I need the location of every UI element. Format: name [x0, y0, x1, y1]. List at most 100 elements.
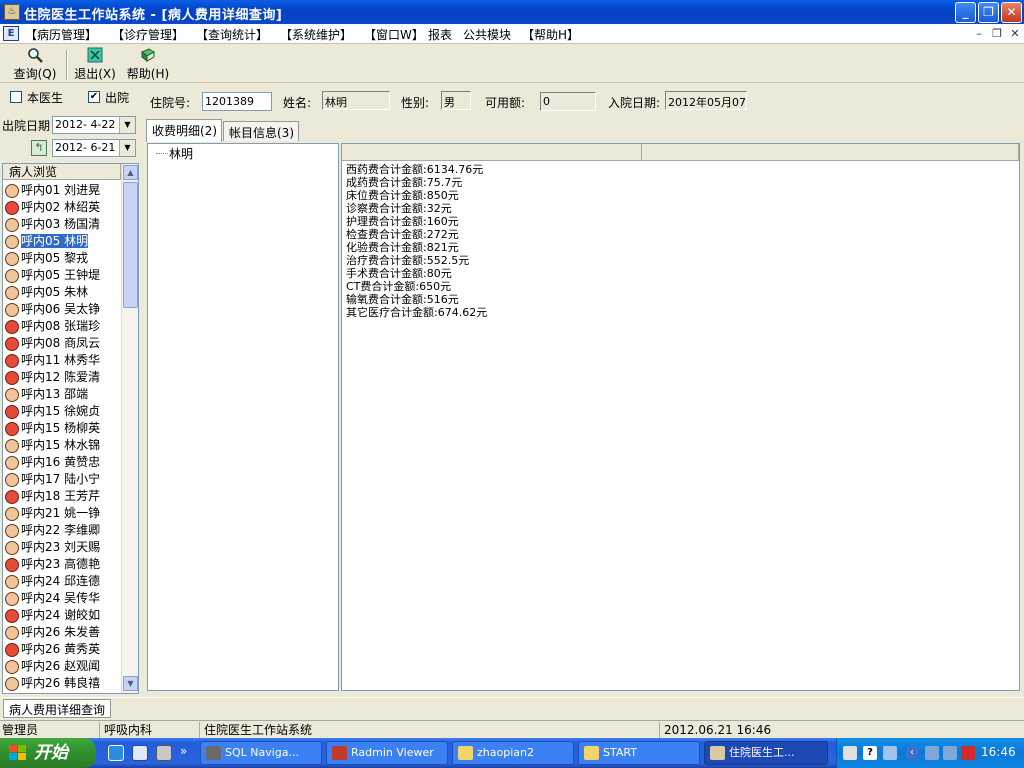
patient-label: 呼内24 谢皎如 — [21, 608, 101, 622]
task-radmin-viewer[interactable]: Radmin Viewer — [326, 741, 448, 765]
patient-label: 呼内11 林秀华 — [21, 353, 101, 367]
date-from-picker[interactable]: 2012- 4-22 ▼ — [52, 116, 136, 134]
scroll-down-icon[interactable]: ▼ — [123, 676, 138, 691]
patient-list-item[interactable]: 呼内26 赵观闻 — [5, 658, 120, 675]
patient-list-item[interactable]: 呼内23 刘天赐 — [5, 539, 120, 556]
mdi-tab-fee-query[interactable]: 病人费用详细查询 — [3, 699, 112, 718]
patient-list-item[interactable]: 呼内24 邱连德 — [5, 573, 120, 590]
patient-label: 呼内08 商凤云 — [21, 336, 101, 350]
mdi-restore-button[interactable]: ❐ — [990, 27, 1004, 41]
mdi-close-button[interactable]: ✕ — [1008, 27, 1022, 41]
help-tray-icon[interactable]: ? — [863, 746, 877, 760]
menu-medical-records[interactable]: 【病历管理】 — [25, 26, 97, 43]
menu-reports[interactable]: 报表 — [428, 26, 452, 43]
query-button[interactable]: 查询(Q) — [12, 47, 58, 82]
patient-list-item[interactable]: 呼内26 黄秀英 — [5, 641, 120, 658]
patient-label: 呼内05 朱林 — [21, 285, 89, 299]
shield-icon[interactable] — [961, 746, 975, 760]
task-start-folder[interactable]: START — [578, 741, 700, 765]
exit-button[interactable]: 退出(X) — [72, 47, 118, 82]
patient-list-item[interactable]: 呼内17 陆小宁 — [5, 471, 120, 488]
patient-list-item[interactable]: 呼内01 刘进晃 — [5, 182, 120, 199]
help-button[interactable]: 帮助(H) — [125, 47, 171, 82]
system-tray: ? ‹ 16:46 — [836, 738, 1024, 768]
patient-tree: 林明 — [147, 143, 339, 691]
patient-list-item[interactable]: 呼内05 林明 — [5, 233, 120, 250]
network-icon[interactable] — [943, 746, 957, 760]
patient-list-item[interactable]: 呼内08 张瑞珍 — [5, 318, 120, 335]
patient-list-item[interactable]: 呼内26 韩良禧 — [5, 675, 120, 692]
quicklaunch-app-icon[interactable] — [132, 745, 148, 761]
restore-button[interactable]: ❐ — [978, 2, 999, 23]
task-hospital-workstation[interactable]: 住院医生工... — [704, 741, 828, 765]
start-label: 开始 — [34, 743, 68, 763]
patient-list-item[interactable]: 呼内15 林水锦 — [5, 437, 120, 454]
patient-list-header[interactable]: 病人浏览 — [3, 164, 121, 180]
refresh-icon[interactable]: ↰ — [31, 140, 47, 156]
chevron-down-icon[interactable]: ▼ — [119, 117, 135, 133]
patient-list: 病人浏览 呼内01 刘进晃 呼内02 林绍英 呼内03 杨国清 呼内05 林明 呼内05… — [2, 163, 139, 694]
start-button[interactable]: 开始 — [0, 738, 96, 768]
keyboard-icon[interactable] — [843, 746, 857, 760]
patient-list-item[interactable]: 呼内08 商凤云 — [5, 335, 120, 352]
tab-account-info[interactable]: 帐目信息(3) — [223, 121, 299, 141]
mdi-minimize-button[interactable]: – — [972, 27, 986, 41]
network-icon[interactable] — [925, 746, 939, 760]
patient-list-item[interactable]: 呼内18 王芳芹 — [5, 488, 120, 505]
patient-list-item[interactable]: 呼内24 吴传华 — [5, 590, 120, 607]
clock[interactable]: 16:46 — [981, 745, 1016, 759]
patient-list-item[interactable]: 呼内05 朱林 — [5, 284, 120, 301]
chevron-left-icon[interactable]: ‹ — [905, 746, 919, 760]
column-header[interactable] — [642, 144, 1019, 161]
discharged-checkbox[interactable]: ✔ — [88, 91, 100, 103]
patient-list-item[interactable]: 呼内06 吴太铮 — [5, 301, 120, 318]
fee-detail-panel: 西药费合计金额:6134.76元 成药费合计金额:75.7元 床位费合计金额:850… — [341, 143, 1020, 691]
patient-list-item[interactable]: 呼内16 黄赞忠 — [5, 454, 120, 471]
patient-list-item[interactable]: 呼内03 杨国清 — [5, 216, 120, 233]
app-icon[interactable]: ♨ — [4, 4, 20, 20]
this-doctor-checkbox[interactable] — [10, 91, 22, 103]
male-patient-icon — [5, 268, 19, 283]
patient-list-item[interactable]: 呼内02 林绍英 — [5, 199, 120, 216]
minimize-button[interactable]: _ — [955, 2, 976, 23]
patient-list-item[interactable]: 呼内24 谢皎如 — [5, 607, 120, 624]
patient-list-item[interactable]: 呼内05 黎戎 — [5, 250, 120, 267]
tree-node-patient[interactable]: 林明 — [169, 145, 193, 162]
menu-public-modules[interactable]: 公共模块 — [463, 26, 511, 43]
patient-list-item[interactable]: 呼内22 李维卿 — [5, 522, 120, 539]
patient-list-item[interactable]: 呼内21 姚一铮 — [5, 505, 120, 522]
task-sql-navigator[interactable]: SQL Naviga... — [200, 741, 322, 765]
mdi-document-icon[interactable]: E — [3, 26, 19, 41]
help-label: 帮助(H) — [126, 67, 170, 81]
date-to-picker[interactable]: 2012- 6-21 ▼ — [52, 139, 136, 157]
close-button[interactable]: ✕ — [1001, 2, 1022, 23]
patient-list-item[interactable]: 呼内05 王钟堤 — [5, 267, 120, 284]
patient-list-item[interactable]: 呼内11 林秀华 — [5, 352, 120, 369]
male-patient-icon — [5, 285, 19, 300]
patient-list-item[interactable]: 呼内26 朱发善 — [5, 624, 120, 641]
scroll-thumb[interactable] — [123, 182, 138, 308]
menu-help[interactable]: 【帮助H】 — [522, 26, 579, 43]
ime-icon[interactable] — [883, 746, 897, 760]
patient-list-item[interactable]: 呼内15 杨柳英 — [5, 420, 120, 437]
menu-diagnosis[interactable]: 【诊疗管理】 — [112, 26, 184, 43]
scroll-up-icon[interactable]: ▲ — [123, 165, 138, 180]
patient-list-item[interactable]: 呼内13 邵端 — [5, 386, 120, 403]
patient-list-item[interactable]: 呼内23 高德艳 — [5, 556, 120, 573]
fee-line: 其它医疗合计金额:674.62元 — [346, 306, 488, 319]
taskbar: 开始 » SQL Naviga... Radmin Viewer zhaopia… — [0, 738, 1024, 768]
task-zhaopian2[interactable]: zhaopian2 — [452, 741, 574, 765]
column-header[interactable] — [342, 144, 642, 161]
chevron-down-icon[interactable]: ▼ — [119, 140, 135, 156]
menu-window[interactable]: 【窗口W】 — [364, 26, 424, 43]
menu-system[interactable]: 【系统维护】 — [280, 26, 352, 43]
patient-list-item[interactable]: 呼内15 徐婉贞 — [5, 403, 120, 420]
tab-fee-details[interactable]: 收费明细(2) — [146, 119, 222, 142]
patient-list-item[interactable]: 呼内12 陈爱清 — [5, 369, 120, 386]
patient-list-scrollbar[interactable]: ▲ ▼ — [121, 164, 138, 693]
quicklaunch-more-icon[interactable]: » — [180, 744, 187, 758]
menu-query-stats[interactable]: 【查询统计】 — [196, 26, 268, 43]
ie-icon[interactable] — [108, 745, 124, 761]
quicklaunch-doc-icon[interactable] — [156, 745, 172, 761]
inpatient-no-input[interactable]: 1201389 — [202, 92, 272, 111]
